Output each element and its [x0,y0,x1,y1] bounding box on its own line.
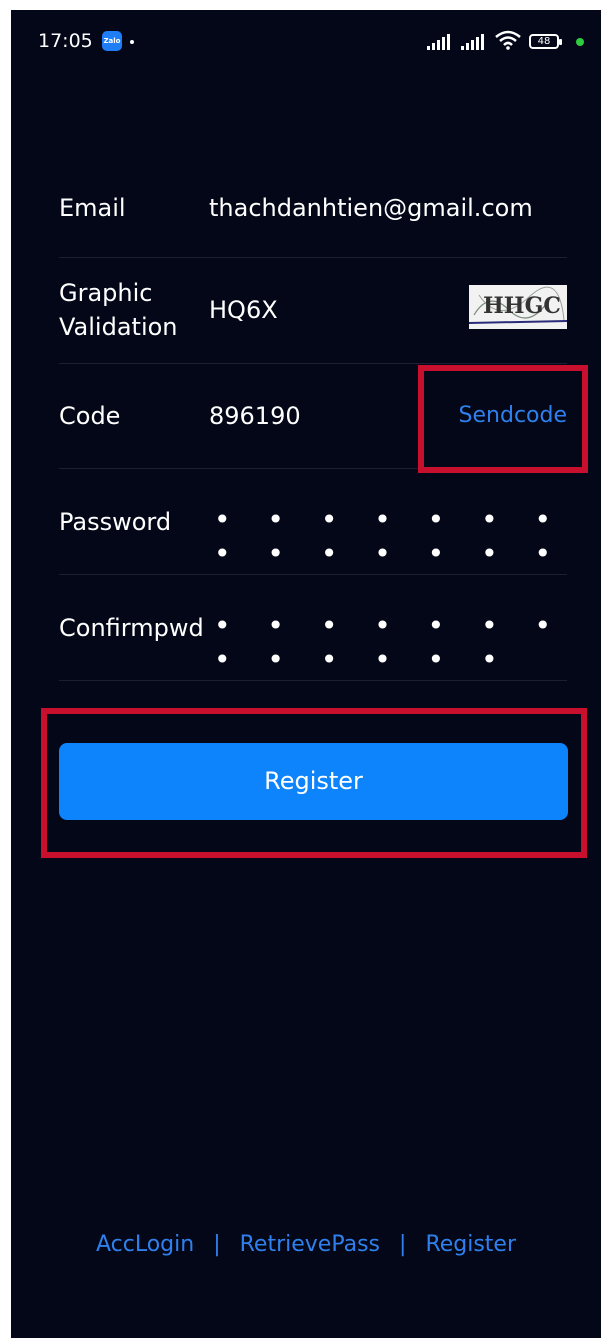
register-highlight-box [41,708,587,858]
confirm-password-row: Confirmpwd • • • • • • • • • • • • • [59,575,567,681]
register-link[interactable]: Register [425,1232,516,1257]
app-screen: 17:05 Zalo 48 Email thachdanhtien@gmail.… [11,10,601,1338]
graphic-label-line1: Graphic [59,279,153,307]
email-row: Email thachdanhtien@gmail.com [59,173,567,258]
graphic-label-line2: Validation [59,313,178,341]
acclogin-link[interactable]: AccLogin [96,1232,194,1257]
signal-icon-2 [461,34,484,50]
clock: 17:05 [38,30,93,52]
svg-text:HHGC: HHGC [483,293,561,319]
footer-separator: | [399,1232,407,1257]
status-bar: 17:05 Zalo 48 [11,10,601,74]
code-field[interactable]: 896190 [209,399,301,433]
graphic-validation-field[interactable]: HQ6X [209,293,278,327]
privacy-indicator-icon [576,38,584,46]
signal-icon [427,34,450,50]
confirm-password-field[interactable]: • • • • • • • • • • • • • [214,609,567,677]
email-field[interactable]: thachdanhtien@gmail.com [209,191,533,225]
password-row: Password • • • • • • • • • • • • • • [59,469,567,575]
confirm-password-label: Confirmpwd [59,614,204,642]
footer-links: AccLogin | RetrievePass | Register [11,1232,601,1257]
password-label: Password [59,508,172,536]
battery-icon: 48 [529,34,562,49]
captcha-image[interactable]: HHGC [468,285,568,329]
email-label: Email [59,194,126,222]
notification-dot-icon [130,40,134,44]
zalo-icon: Zalo [102,31,122,51]
code-label: Code [59,402,121,430]
password-field[interactable]: • • • • • • • • • • • • • • [214,503,567,571]
graphic-validation-row: Graphic Validation HQ6X HHGC [59,258,568,364]
retrievepass-link[interactable]: RetrievePass [240,1232,380,1257]
sendcode-highlight-box [418,365,588,473]
footer-separator: | [213,1232,221,1257]
wifi-icon [495,30,521,50]
